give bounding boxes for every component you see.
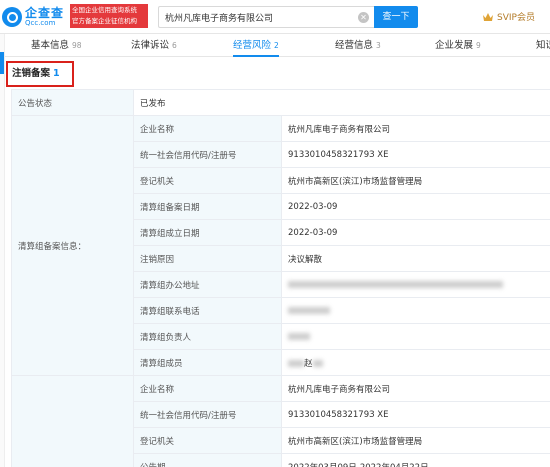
cell-label: 公告期 [133,453,282,467]
cell-label: 清算组成立日期 [133,219,282,246]
group-label-blank [11,375,134,467]
logo-text: 企查查 [25,6,65,20]
cell-value: 913301045832179З XE [280,141,550,168]
rail-indicator [0,52,4,74]
tab-business-info[interactable]: 经营信息 3 [335,34,381,57]
cell-label: 清算组备案日期 [133,193,282,220]
table-row: 公告状态 已发布 [11,89,550,116]
search-box: ✕ [158,6,374,28]
cell-value-redacted [280,323,550,350]
magnifier-logo-icon [2,7,22,27]
cell-label: 清算组办公地址 [133,271,282,298]
cell-label: 企业名称 [133,375,282,402]
cell-label: 清算组负责人 [133,323,282,350]
tab-ip[interactable]: 知识 [536,34,550,57]
credit-badge: 全国企业信用查询系统 官方备案企业征信机构 [70,4,148,28]
top-header: 企查查 Qcc.com 全国企业信用查询系统 官方备案企业征信机构 ✕ 查一下 … [0,0,550,34]
logo-domain: Qcc.com [25,19,56,27]
tab-basic-info[interactable]: 基本信息 98 [31,34,82,57]
cell-value: 杭州市高新区(滨江)市场监督管理局 [280,427,550,454]
cell-value: 赵 [280,349,550,376]
tab-legal-cases[interactable]: 法律诉讼 6 [131,34,177,57]
cancellation-filing-table: 公告状态 已发布 清算组备案信息： 企业名称 杭州凡库电子商务有限公司 统一社会… [11,89,550,467]
clear-icon[interactable]: ✕ [358,12,369,23]
cell-value: 2022-03-09 [280,219,550,246]
cell-value: 杭州市高新区(滨江)市场监督管理局 [280,167,550,194]
cell-label: 注销原因 [133,245,282,272]
section-count: 1 [53,68,60,79]
group-label: 清算组备案信息： [11,115,134,376]
cell-label: 登记机关 [133,427,282,454]
left-rail [0,34,5,467]
cell-value: 已发布 [132,89,550,116]
search-input[interactable] [165,7,355,27]
tab-business-risk[interactable]: 经营风险 2 [233,34,279,57]
crown-icon [483,12,493,21]
cell-label: 企业名称 [133,115,282,142]
tab-development[interactable]: 企业发展 9 [435,34,481,57]
cell-value: 2022年03月09日-2022年04月22日 [280,453,550,467]
redacted-person [288,332,310,340]
cell-label: 统一社会信用代码/注册号 [133,141,282,168]
cell-value-redacted [280,297,550,324]
search-button[interactable]: 查一下 [374,6,418,28]
cell-value-redacted [280,271,550,298]
cell-label: 公告状态 [11,89,134,116]
cell-value: 杭州凡库电子商务有限公司 [280,375,550,402]
section-title: 注销备案 1 [6,61,74,87]
table-row: 企业名称 杭州凡库电子商务有限公司 [11,375,550,467]
cell-label: 清算组联系电话 [133,297,282,324]
cell-value: 杭州凡库电子商务有限公司 [280,115,550,142]
qcc-logo[interactable]: 企查查 Qcc.com [2,6,64,28]
table-row: 清算组备案信息： 企业名称 杭州凡库电子商务有限公司 [11,115,550,376]
cell-value: 913301045832179З XE [280,401,550,428]
cell-label: 统一社会信用代码/注册号 [133,401,282,428]
cell-value: 2022-03-09 [280,193,550,220]
cell-label: 清算组成员 [133,349,282,376]
redacted-members [288,359,304,367]
redacted-phone [288,306,330,314]
svip-link[interactable]: SVIP会员 [482,10,535,23]
tab-bar: 基本信息98 法律诉讼6 经营风险2 经营信息3 企业发展9 知识 [5,34,550,57]
redacted-address [288,280,503,288]
cell-value: 决议解散 [280,245,550,272]
cell-label: 登记机关 [133,167,282,194]
